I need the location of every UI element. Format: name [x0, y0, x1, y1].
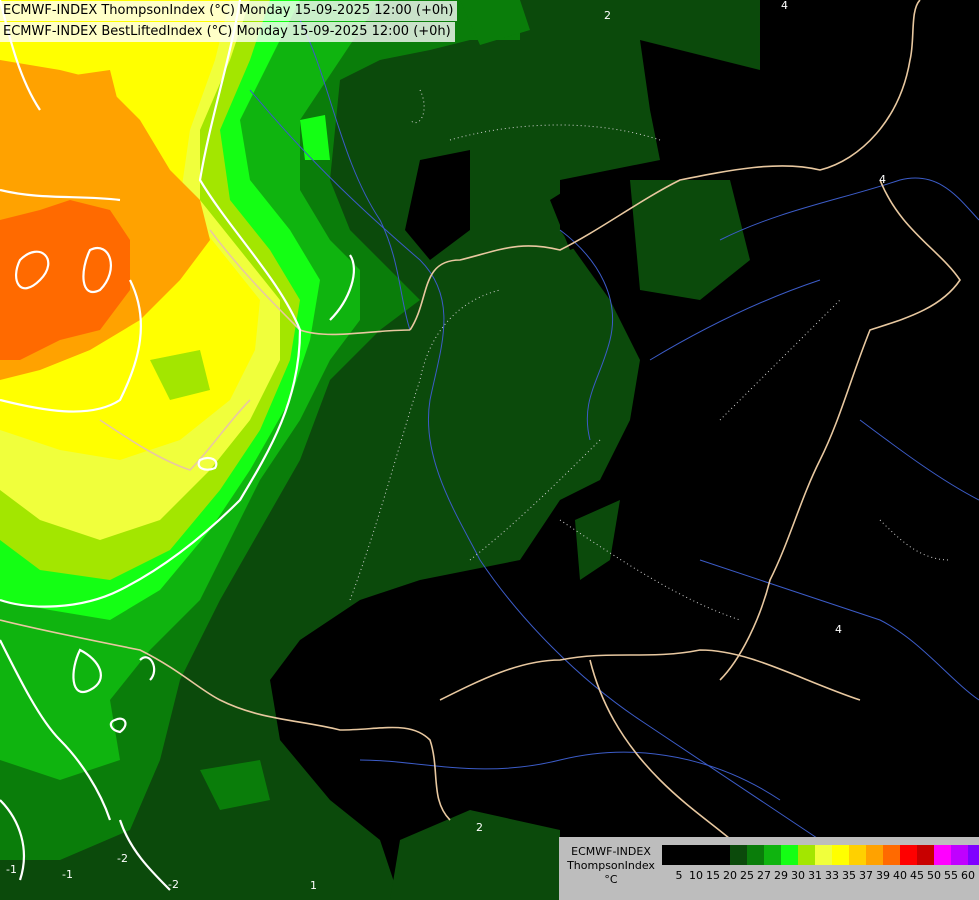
contour-label: 4 — [835, 623, 842, 636]
legend-swatch — [832, 845, 849, 865]
legend-swatch — [696, 845, 713, 865]
legend-tick-label: 40 — [893, 869, 907, 882]
legend-swatch — [951, 845, 968, 865]
legend-swatch — [713, 845, 730, 865]
legend-swatch — [815, 845, 832, 865]
contour-label: 2 — [476, 821, 483, 834]
legend-swatch — [764, 845, 781, 865]
legend-tick-label: 55 — [944, 869, 958, 882]
legend-tick-label: 45 — [910, 869, 924, 882]
legend-label-line: ECMWF-INDEX — [571, 845, 651, 858]
legend-tick-label: 15 — [706, 869, 720, 882]
legend-swatch — [849, 845, 866, 865]
contour-label: 2 — [604, 9, 611, 22]
legend-swatch — [866, 845, 883, 865]
legend-label-line: ThompsonIndex — [567, 859, 655, 872]
contour-label: -1 — [6, 863, 17, 876]
legend-tick-label: 60 — [961, 869, 975, 882]
legend-label: ECMWF-INDEX ThompsonIndex °C — [563, 845, 659, 887]
legend-swatch — [798, 845, 815, 865]
legend-swatch — [730, 845, 747, 865]
legend-swatch — [968, 845, 979, 865]
legend-tick-label: 30 — [791, 869, 805, 882]
legend-tick-label: 35 — [842, 869, 856, 882]
map-title-thompson-index: ECMWF-INDEX ThompsonIndex (°C) Monday 15… — [0, 1, 458, 21]
field-neon-green-2 — [300, 115, 330, 160]
legend-tick-label: 33 — [825, 869, 839, 882]
contour-label: -1 — [62, 868, 73, 881]
legend-tick-label: 37 — [859, 869, 873, 882]
legend-tick-label: 5 — [675, 869, 683, 882]
map-title-best-lifted-index: ECMWF-INDEX BestLiftedIndex (°C) Monday … — [0, 22, 455, 42]
legend-swatch — [900, 845, 917, 865]
contour-label: -2 — [117, 852, 128, 865]
legend-swatch — [917, 845, 934, 865]
contour-label: 4 — [781, 0, 788, 12]
legend-tick-label: 29 — [774, 869, 788, 882]
legend-swatch — [781, 845, 798, 865]
legend-label-line: °C — [604, 873, 618, 886]
legend-swatch — [662, 845, 679, 865]
legend-swatch — [883, 845, 900, 865]
legend-swatch — [747, 845, 764, 865]
legend-tick-label: 31 — [808, 869, 822, 882]
legend-swatch — [679, 845, 696, 865]
legend-tick-label: 39 — [876, 869, 890, 882]
legend-ticks: 5 10 15 20 25 27 29 30 31 33 35 37 39 40 45 50 55 60 — [662, 869, 979, 883]
weather-map: 2 4 4 4 4 -2 -2 -1 1 2 -1 — [0, 0, 979, 900]
legend-tick-label: 20 — [723, 869, 737, 882]
contour-label: -2 — [168, 878, 179, 891]
legend-swatch — [934, 845, 951, 865]
legend-tick-label: 50 — [927, 869, 941, 882]
contour-label: 1 — [310, 879, 317, 892]
legend-tick-label: 25 — [740, 869, 754, 882]
color-legend: ECMWF-INDEX ThompsonIndex °C 5 10 15 20 25 27… — [559, 837, 979, 900]
legend-tick-label: 10 — [689, 869, 703, 882]
legend-swatches — [662, 845, 979, 865]
legend-tick-label: 27 — [757, 869, 771, 882]
contour-label: 4 — [879, 173, 886, 186]
